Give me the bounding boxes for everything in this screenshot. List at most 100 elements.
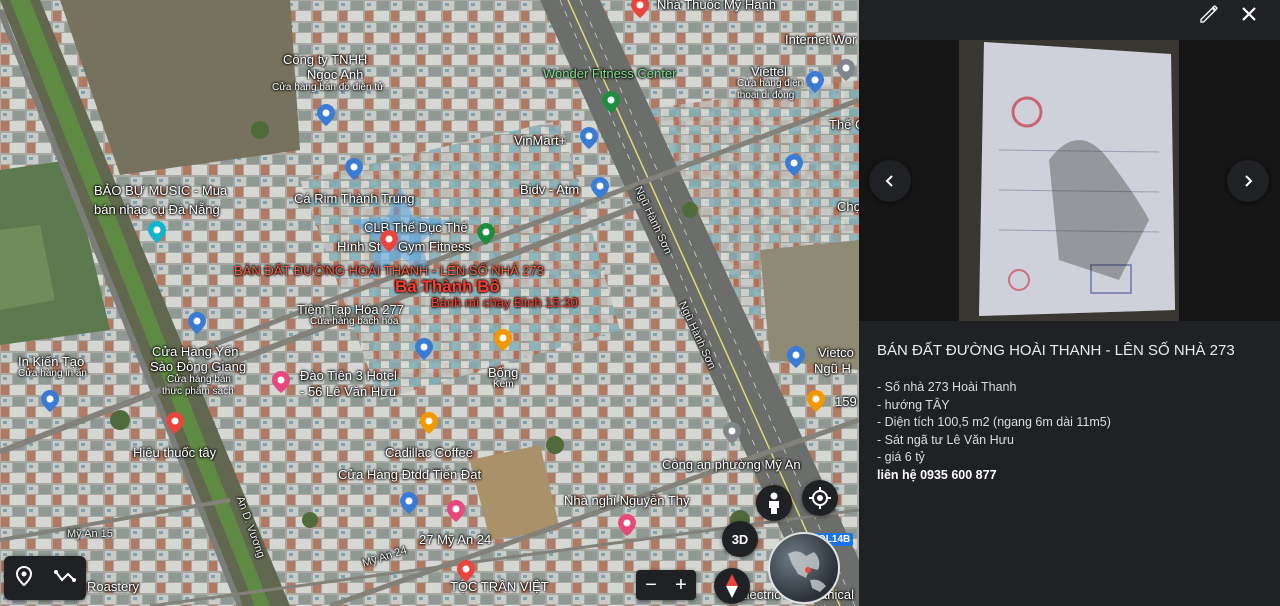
description-line: - Diện tích 100,5 m2 (ngang 6m dài 11m5) — [877, 415, 1111, 429]
my-location-button[interactable] — [802, 480, 838, 516]
map-label-cadillac[interactable]: Cadillac Coffee — [385, 446, 473, 460]
chevron-left-icon — [885, 175, 893, 187]
location-pin-icon[interactable] — [380, 230, 398, 252]
location-pin-icon[interactable] — [785, 154, 803, 176]
description-line: - Sát ngã tư Lê Văn Hưu — [877, 432, 1014, 447]
location-pin-icon[interactable] — [477, 223, 495, 245]
location-pin-icon[interactable] — [272, 371, 290, 393]
map-sublabel-viettel-2: thoại di động — [737, 90, 795, 101]
map-label-dao-tien-2[interactable]: - 56 Lê Văn Hưu — [300, 385, 396, 399]
panel-toolbar — [859, 0, 1280, 40]
compass-button[interactable] — [714, 568, 750, 604]
map-sublabel-yen-2: thực phẩm sạch — [162, 386, 234, 397]
map-label-sao-dong-giang[interactable]: Sào Đông Giang — [150, 360, 246, 374]
location-pin-icon[interactable] — [447, 500, 465, 522]
location-pin-icon[interactable] — [618, 514, 636, 536]
map-label-159[interactable]: 159 — [835, 395, 857, 409]
pegman-icon — [769, 492, 779, 514]
map-tools — [4, 556, 86, 600]
map-label-cua-hang-yen[interactable]: Cửa Hàng Yến — [152, 345, 239, 359]
map-label-hieu-thuoc[interactable]: Hiệu thuốc tây — [133, 446, 216, 460]
map-label-vinmart[interactable]: VinMart+ — [514, 134, 566, 148]
map-label-roastery[interactable]: Roastery — [87, 580, 139, 594]
compass-icon — [726, 574, 738, 598]
map-label-nha-nghi[interactable]: Nhà nghỉ Nguyễn Thy — [564, 494, 690, 508]
map-sublabel-bong: Kem — [493, 379, 514, 390]
map-label-viettel[interactable]: Viettel — [751, 65, 787, 79]
toggle-3d-button[interactable]: 3D — [722, 521, 758, 557]
pencil-icon[interactable] — [1197, 2, 1221, 26]
location-pin-icon[interactable] — [591, 177, 609, 199]
next-photo-button[interactable] — [1227, 160, 1269, 202]
location-pin-icon[interactable] — [494, 329, 512, 351]
street-view-button[interactable] — [756, 485, 792, 521]
globe-overview[interactable] — [768, 532, 840, 604]
map-label-gym[interactable]: Gym Fitness — [398, 240, 471, 254]
map-label-ngu-h[interactable]: Ngũ H — [814, 362, 851, 376]
map-label-in-kien-tao[interactable]: In Kiến Tạo — [18, 355, 84, 369]
location-pin-icon[interactable] — [457, 560, 475, 582]
location-pin-icon[interactable] — [345, 158, 363, 180]
zoom-out-button[interactable]: − — [645, 574, 657, 597]
location-pin-icon[interactable] — [807, 390, 825, 412]
map-label-bidv[interactable]: Bidv - Atm — [520, 183, 579, 197]
road-label-my-an-15: Mỹ An 15 — [67, 528, 113, 540]
place-description: - Số nhà 273 Hoài Thanh - hướng TÂY - Di… — [877, 379, 1272, 484]
location-pin-icon[interactable] — [41, 390, 59, 412]
location-pin-icon[interactable] — [602, 91, 620, 113]
location-pin-icon[interactable] — [188, 312, 206, 334]
contact-line: liên hệ 0935 600 877 — [877, 467, 997, 482]
map-label-banh-mi[interactable]: Bánh mì chay Đình 15:30 — [431, 296, 578, 310]
location-pin-icon[interactable] — [723, 422, 741, 444]
map-label-cong-an[interactable]: Công an phường Mỹ An — [662, 458, 801, 472]
map-label-vietcom[interactable]: Vietco — [818, 346, 854, 360]
location-pin-icon[interactable] — [317, 104, 335, 126]
map-label-27-my-an-24[interactable]: 27 Mỹ An 24 — [419, 533, 491, 547]
map-label-ban-dat[interactable]: BÁN ĐẤT ĐƯỜNG HOÀI THANH - LÊN SỐ NHÀ 27… — [234, 264, 544, 278]
location-pin-icon[interactable] — [580, 127, 598, 149]
location-pin-icon[interactable] — [806, 71, 824, 93]
map-label-ca-rim[interactable]: Cá Rim Thành Trung — [294, 192, 414, 206]
location-pin-icon[interactable] — [166, 412, 184, 434]
map-label-cua-hang-dtdd[interactable]: Cửa Hàng Đtdđ Tiến Đạt — [338, 468, 481, 482]
satellite-imagery — [0, 0, 859, 606]
location-pin-icon[interactable] — [631, 0, 649, 18]
satellite-map[interactable]: Nhà Thuốc Mỹ Hạnh Internet Wor Công ty T… — [0, 0, 859, 606]
close-icon[interactable] — [1237, 2, 1261, 26]
previous-photo-button[interactable] — [869, 160, 911, 202]
map-label-ngoc-anh[interactable]: Ngọc Anh — [307, 68, 363, 82]
map-label-bao-bu-music[interactable]: BẢO BỰ MUSIC - Mua — [94, 184, 227, 198]
map-label-bao-bu-music-2[interactable]: bán nhạc cụ Đà Nẵng — [94, 203, 220, 217]
add-placemark-button[interactable] — [15, 565, 33, 591]
location-pin-icon[interactable] — [837, 59, 855, 81]
map-label-internet[interactable]: Internet Wor — [785, 33, 856, 47]
description-line: - Số nhà 273 Hoài Thanh — [877, 380, 1017, 394]
map-sublabel-viettel-1: Cửa hàng điện — [737, 78, 804, 89]
map-label-dao-tien[interactable]: Đào Tiên 3 Hotel — [300, 369, 397, 383]
map-sublabel-yen-1: Cửa hàng bán — [167, 374, 231, 385]
zoom-in-button[interactable]: + — [675, 574, 687, 597]
map-sublabel-ngoc-anh: Cửa hàng bán đồ điện tử — [272, 82, 384, 93]
map-label-toc-tran-viet[interactable]: TỘC TRẦN VIỆT — [450, 580, 549, 594]
map-label-bong[interactable]: Bống — [488, 366, 518, 380]
map-label-the-g[interactable]: Thế G — [829, 118, 859, 132]
place-photo[interactable] — [859, 40, 1280, 321]
land-document-photo — [859, 40, 1280, 321]
map-label-cong-ty[interactable]: Công ty TNHH — [283, 53, 367, 67]
location-pin-icon[interactable] — [420, 412, 438, 434]
map-sublabel-tiem: Cửa hàng bách hóa — [310, 316, 399, 327]
measure-distance-button[interactable] — [53, 568, 76, 589]
location-pin-icon[interactable] — [787, 346, 805, 368]
my-location-icon — [809, 487, 831, 509]
place-title: BÁN ĐẤT ĐƯỜNG HOÀI THANH - LÊN SỐ NHÀ 27… — [877, 342, 1235, 359]
map-label-wonder-fitness[interactable]: Wonder Fitness Center — [543, 67, 676, 81]
map-label-tiem-tap-hoa[interactable]: Tiệm Tạp Hóa 277 — [297, 303, 404, 317]
map-label-cho[interactable]: Chợ — [837, 200, 859, 214]
location-pin-icon[interactable] — [400, 492, 418, 514]
location-pin-icon[interactable] — [148, 221, 166, 243]
map-watermark-text: Bá Thành Bồ — [395, 277, 500, 296]
location-pin-icon[interactable] — [415, 338, 433, 360]
map-label-nha-thuoc[interactable]: Nhà Thuốc Mỹ Hạnh — [657, 0, 776, 12]
map-label-hinh-st[interactable]: Hình St — [337, 240, 380, 254]
chevron-right-icon — [1245, 175, 1253, 187]
